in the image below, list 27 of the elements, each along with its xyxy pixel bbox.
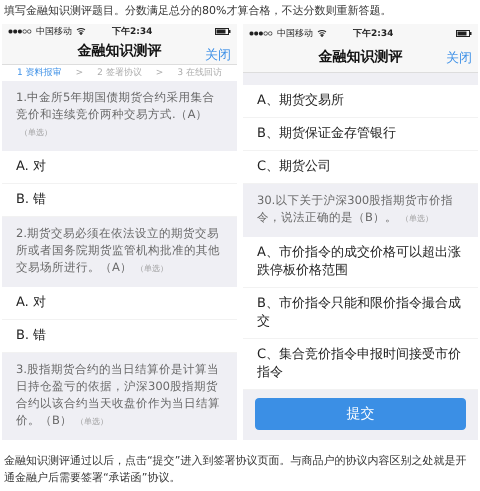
answer-option[interactable]: C、集合竞价指令申报时间接受市价指令 <box>243 339 478 390</box>
answer-option[interactable]: B、市价指令只能和限价指令撮合成交 <box>243 288 478 339</box>
answer-option[interactable]: A、期货交易所 <box>243 85 478 118</box>
carrier-text: 中国移动 <box>36 26 72 38</box>
answer-option[interactable]: A. 对 <box>2 287 237 320</box>
step-separator: > <box>76 68 84 78</box>
wifi-icon <box>76 27 86 36</box>
page-title: 金融知识测评 <box>78 42 162 60</box>
answer-option[interactable]: A、市价指令的成交价格可以超出涨跌停板价格范围 <box>243 237 478 288</box>
answer-option[interactable]: B. 错 <box>2 320 237 353</box>
time-text: 下午2:34 <box>112 26 152 38</box>
outro-text: 金融知识测评通过以后，点击“提交”进入到签署协议页面。与商品户的协议内容区别之处就是开通金融户后需要签署“承诺函”协议。 <box>3 453 468 486</box>
intro-text: 填写金融知识测评题目。分数满足总分的80%才算合格，不达分数则重新答题。 <box>3 3 392 19</box>
battery-icon <box>456 30 472 36</box>
answer-option[interactable]: C、期货公司 <box>243 151 478 184</box>
page-title: 金融知识测评 <box>318 48 402 66</box>
answer-option[interactable]: B、期货保证金存管银行 <box>243 118 478 151</box>
wifi-icon <box>317 29 327 37</box>
signal-icon <box>8 28 32 34</box>
battery-icon <box>215 28 231 35</box>
signal-icon <box>249 30 273 36</box>
step-tab[interactable]: 1 资料报审 <box>17 66 62 80</box>
step-separator: > <box>156 68 164 78</box>
carrier-text: 中国移动 <box>277 28 313 40</box>
answer-option[interactable]: A. 对 <box>2 151 237 184</box>
time-text: 下午2:34 <box>353 28 394 40</box>
answer-option[interactable]: B. 错 <box>2 184 237 217</box>
